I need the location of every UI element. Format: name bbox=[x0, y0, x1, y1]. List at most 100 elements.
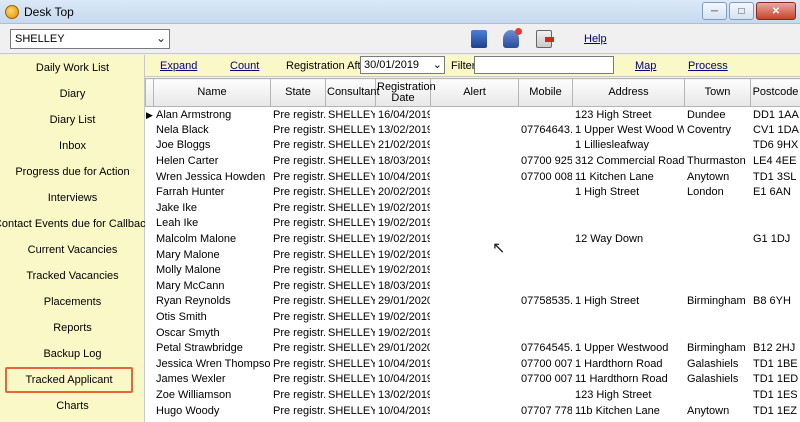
cell-name[interactable]: Petal Strawbridge bbox=[154, 340, 271, 356]
cell-registration-date[interactable]: 19/02/2019 bbox=[376, 216, 431, 232]
cell-address[interactable]: 1 Hardthorn Road bbox=[573, 356, 685, 372]
table-row[interactable]: Petal StrawbridgePre registr...SHELLEY29… bbox=[146, 340, 800, 356]
table-row[interactable]: Mary McCannPre registr...SHELLEY18/03/20… bbox=[146, 278, 800, 294]
column-header-registration-date[interactable]: Registration Date bbox=[375, 78, 436, 107]
column-header-alert[interactable]: Alert bbox=[430, 78, 519, 107]
cell-mobile[interactable]: 07758535... bbox=[519, 294, 573, 310]
table-row[interactable]: James WexlerPre registr...SHELLEY10/04/2… bbox=[146, 372, 800, 388]
column-header-town[interactable]: Town bbox=[684, 78, 751, 107]
column-header-postcode[interactable]: Postcode bbox=[750, 78, 800, 107]
cell-address[interactable] bbox=[573, 247, 685, 263]
cell-postcode[interactable] bbox=[751, 309, 800, 325]
sidebar-item-inbox[interactable]: Inbox bbox=[0, 133, 145, 159]
cell-registration-date[interactable]: 19/02/2019 bbox=[376, 247, 431, 263]
cell-alert[interactable] bbox=[431, 403, 519, 419]
cell-consultant[interactable]: SHELLEY bbox=[326, 184, 376, 200]
row-selector[interactable] bbox=[146, 356, 154, 372]
cell-consultant[interactable]: SHELLEY bbox=[326, 231, 376, 247]
cell-postcode[interactable]: TD1 3SL bbox=[751, 169, 800, 185]
cell-town[interactable] bbox=[685, 200, 751, 216]
table-row[interactable]: Nela BlackPre registr...SHELLEY13/02/201… bbox=[146, 122, 800, 138]
row-selector[interactable] bbox=[146, 138, 154, 154]
cell-mobile[interactable]: 07700 008... bbox=[519, 169, 573, 185]
cell-address[interactable]: 11 Kitchen Lane bbox=[573, 169, 685, 185]
cell-state[interactable]: Pre registr... bbox=[271, 278, 326, 294]
cell-alert[interactable] bbox=[431, 169, 519, 185]
count-link[interactable]: Count bbox=[230, 60, 259, 72]
cell-postcode[interactable]: TD1 1ED bbox=[751, 372, 800, 388]
table-row[interactable]: Helen CarterPre registr...SHELLEY18/03/2… bbox=[146, 153, 800, 169]
cell-alert[interactable] bbox=[431, 356, 519, 372]
cell-registration-date[interactable]: 29/01/2020 bbox=[376, 294, 431, 310]
cell-alert[interactable] bbox=[431, 325, 519, 341]
cell-registration-date[interactable]: 18/03/2019 bbox=[376, 278, 431, 294]
cell-name[interactable]: Leah Ike bbox=[154, 216, 271, 232]
sidebar-item-interviews[interactable]: Interviews bbox=[0, 185, 145, 211]
cell-name[interactable]: Hugo Woody bbox=[154, 403, 271, 419]
row-selector[interactable] bbox=[146, 387, 154, 403]
row-selector[interactable] bbox=[146, 200, 154, 216]
column-header-consultant[interactable]: Consultant bbox=[325, 78, 380, 107]
table-row[interactable]: Wren Jessica HowdenPre registr...SHELLEY… bbox=[146, 169, 800, 185]
map-link[interactable]: Map bbox=[635, 60, 656, 72]
sidebar-item-diary[interactable]: Diary bbox=[0, 81, 145, 107]
cell-consultant[interactable]: SHELLEY bbox=[326, 138, 376, 154]
table-row[interactable]: Joe BloggsPre registr...SHELLEY21/02/201… bbox=[146, 138, 800, 154]
table-row[interactable]: Leah IkePre registr...SHELLEY19/02/2019 bbox=[146, 216, 800, 232]
cell-address[interactable] bbox=[573, 262, 685, 278]
cell-name[interactable]: James Wexler bbox=[154, 372, 271, 388]
cell-registration-date[interactable]: 13/02/2019 bbox=[376, 387, 431, 403]
cell-name[interactable]: Molly Malone bbox=[154, 262, 271, 278]
cell-alert[interactable] bbox=[431, 184, 519, 200]
cell-postcode[interactable]: E1 6AN bbox=[751, 184, 800, 200]
cell-town[interactable] bbox=[685, 325, 751, 341]
cell-address[interactable]: 1 Upper Westwood bbox=[573, 340, 685, 356]
cell-mobile[interactable] bbox=[519, 231, 573, 247]
row-selector[interactable] bbox=[146, 340, 154, 356]
cell-state[interactable]: Pre registr... bbox=[271, 200, 326, 216]
sidebar-item-contact-events-due-for-callback[interactable]: Contact Events due for Callback bbox=[0, 211, 151, 237]
row-selector[interactable] bbox=[146, 403, 154, 419]
table-row[interactable]: Otis SmithPre registr...SHELLEY19/02/201… bbox=[146, 309, 800, 325]
cell-town[interactable] bbox=[685, 216, 751, 232]
cell-mobile[interactable] bbox=[519, 107, 573, 123]
cell-name[interactable]: Malcolm Malone bbox=[154, 231, 271, 247]
sidebar-item-tracked-applicant[interactable]: Tracked Applicant bbox=[5, 367, 133, 393]
cell-state[interactable]: Pre registr... bbox=[271, 325, 326, 341]
cell-registration-date[interactable]: 16/04/2019 bbox=[376, 107, 431, 123]
cell-state[interactable]: Pre registr... bbox=[271, 294, 326, 310]
cell-mobile[interactable] bbox=[519, 216, 573, 232]
cell-mobile[interactable] bbox=[519, 262, 573, 278]
row-selector[interactable] bbox=[146, 262, 154, 278]
cell-postcode[interactable] bbox=[751, 200, 800, 216]
cell-mobile[interactable] bbox=[519, 247, 573, 263]
expand-link[interactable]: Expand bbox=[160, 60, 197, 72]
cell-registration-date[interactable]: 19/02/2019 bbox=[376, 309, 431, 325]
cell-mobile[interactable] bbox=[519, 184, 573, 200]
cell-name[interactable]: Jake Ike bbox=[154, 200, 271, 216]
cell-consultant[interactable]: SHELLEY bbox=[326, 340, 376, 356]
cell-alert[interactable] bbox=[431, 372, 519, 388]
cell-name[interactable]: Ryan Reynolds bbox=[154, 294, 271, 310]
cell-town[interactable] bbox=[685, 278, 751, 294]
cell-postcode[interactable]: LE4 4EE bbox=[751, 153, 800, 169]
cell-registration-date[interactable]: 19/02/2019 bbox=[376, 231, 431, 247]
cell-address[interactable] bbox=[573, 309, 685, 325]
cell-alert[interactable] bbox=[431, 107, 519, 123]
row-selector[interactable] bbox=[146, 153, 154, 169]
cell-town[interactable]: Thurmaston bbox=[685, 153, 751, 169]
cell-town[interactable] bbox=[685, 138, 751, 154]
cell-town[interactable] bbox=[685, 309, 751, 325]
cell-name[interactable]: Joe Bloggs bbox=[154, 138, 271, 154]
cell-consultant[interactable]: SHELLEY bbox=[326, 278, 376, 294]
cell-state[interactable]: Pre registr... bbox=[271, 356, 326, 372]
cell-mobile[interactable]: 07700 925... bbox=[519, 153, 573, 169]
table-row[interactable]: Molly MalonePre registr...SHELLEY19/02/2… bbox=[146, 262, 800, 278]
cell-alert[interactable] bbox=[431, 340, 519, 356]
cell-consultant[interactable]: SHELLEY bbox=[326, 262, 376, 278]
row-selector[interactable] bbox=[146, 216, 154, 232]
cell-registration-date[interactable]: 21/02/2019 bbox=[376, 138, 431, 154]
cell-postcode[interactable]: TD1 1ES bbox=[751, 387, 800, 403]
cell-name[interactable]: Nela Black bbox=[154, 122, 271, 138]
cell-town[interactable] bbox=[685, 387, 751, 403]
